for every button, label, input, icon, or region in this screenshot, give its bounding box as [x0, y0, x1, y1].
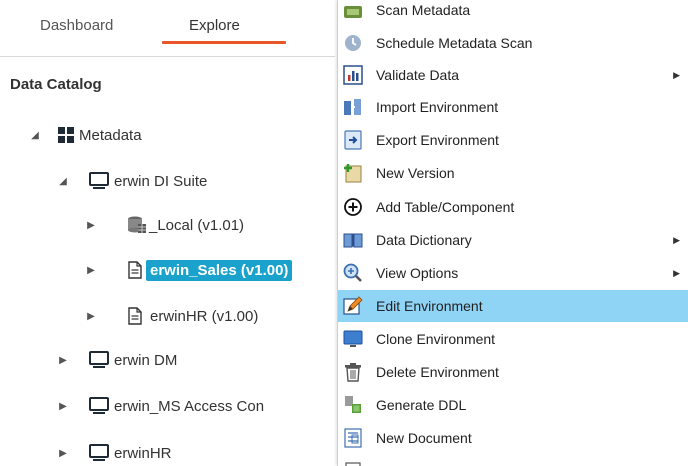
menu-item-view-options[interactable]: View Options ▶: [338, 257, 688, 289]
tree-node-label-selected[interactable]: erwin_Sales (v1.00): [146, 259, 293, 281]
clock-icon: [343, 33, 363, 53]
tree-node-label: erwin_MS Access Con: [114, 397, 265, 415]
menu-item-import-environment[interactable]: Import Environment: [338, 91, 688, 123]
document-icon: [126, 307, 144, 325]
tab-divider: [0, 56, 335, 57]
tree-node-label: _Local (v1.01): [149, 216, 245, 234]
active-tab-indicator: [162, 41, 286, 44]
menu-item-delete-environment[interactable]: Delete Environment: [338, 356, 688, 388]
menu-item-generate-ddl[interactable]: Generate DDL: [338, 389, 688, 421]
plus-circle-icon: [343, 197, 363, 217]
trash-icon: [343, 362, 363, 382]
menu-item-next-partial[interactable]: [338, 455, 688, 466]
export-icon: [343, 130, 363, 150]
magnifier-icon: [343, 263, 363, 283]
book-icon: [343, 230, 363, 250]
new-version-icon: [343, 163, 363, 183]
submenu-arrow-icon: ▶: [673, 234, 680, 245]
menu-item-validate-data[interactable]: Validate Data ▶: [338, 59, 688, 91]
context-menu: Scan Metadata Schedule Metadata Scan Val…: [337, 0, 688, 466]
tree-node-label: erwin DI Suite: [114, 172, 208, 190]
database-icon: [126, 216, 148, 234]
grid-icon: [56, 127, 76, 143]
tree-node-local[interactable]: ▶ _Local (v1.01): [84, 212, 244, 238]
monitor-icon: [88, 397, 110, 415]
ddl-icon: [343, 395, 363, 415]
explorer-panel: Dashboard Explore Data Catalog ◢ Metadat…: [0, 0, 335, 466]
panel-title: Data Catalog: [10, 76, 102, 93]
tree-node-label: erwin DM: [114, 351, 178, 369]
monitor-icon: [343, 329, 363, 349]
menu-item-edit-environment[interactable]: Edit Environment: [338, 290, 688, 322]
document-icon: [343, 428, 363, 448]
menu-item-new-document[interactable]: New Document: [338, 422, 688, 454]
menu-item-new-version[interactable]: New Version: [338, 157, 688, 189]
tree-node-di-suite[interactable]: ◢ erwin DI Suite: [56, 168, 207, 194]
caret-right-icon[interactable]: ▶: [84, 220, 98, 231]
document-icon: [126, 261, 144, 279]
chart-icon: [343, 65, 363, 85]
menu-item-add-table[interactable]: Add Table/Component: [338, 191, 688, 223]
tree-node-erwinhr[interactable]: ▶ erwinHR: [56, 440, 172, 466]
import-icon: [343, 97, 363, 117]
submenu-arrow-icon: ▶: [673, 267, 680, 278]
scan-icon: [343, 0, 363, 20]
monitor-icon: [88, 172, 110, 190]
tree-node-label: erwinHR: [114, 444, 172, 462]
menu-item-schedule-scan[interactable]: Schedule Metadata Scan: [338, 27, 688, 59]
menu-item-scan-metadata[interactable]: Scan Metadata: [338, 0, 688, 26]
monitor-icon: [88, 444, 110, 462]
menu-item-clone-environment[interactable]: Clone Environment: [338, 323, 688, 355]
menu-item-data-dictionary[interactable]: Data Dictionary ▶: [338, 224, 688, 256]
tree-node-ms-access[interactable]: ▶ erwin_MS Access Con: [56, 393, 264, 419]
menu-item-export-environment[interactable]: Export Environment: [338, 124, 688, 156]
tree-node-label: Metadata: [79, 126, 142, 144]
monitor-icon: [88, 351, 110, 369]
caret-right-icon[interactable]: ▶: [56, 448, 70, 459]
tree-node-dm[interactable]: ▶ erwin DM: [56, 347, 177, 373]
caret-down-icon[interactable]: ◢: [56, 176, 70, 187]
tree-node-label: erwinHR (v1.00): [150, 307, 259, 325]
caret-right-icon[interactable]: ▶: [84, 265, 98, 276]
caret-down-icon[interactable]: ◢: [28, 130, 42, 141]
caret-right-icon[interactable]: ▶: [56, 401, 70, 412]
tree-node-sales[interactable]: ▶ erwin_Sales (v1.00): [84, 257, 293, 283]
tab-explore[interactable]: Explore: [189, 17, 240, 34]
caret-right-icon[interactable]: ▶: [84, 311, 98, 322]
tree-node-hr-version[interactable]: ▶ erwinHR (v1.00): [84, 303, 258, 329]
tree-node-metadata[interactable]: ◢ Metadata: [28, 122, 142, 148]
caret-right-icon[interactable]: ▶: [56, 355, 70, 366]
edit-icon: [343, 296, 363, 316]
tab-dashboard[interactable]: Dashboard: [40, 17, 113, 34]
submenu-arrow-icon: ▶: [673, 69, 680, 80]
document-icon: [343, 461, 363, 466]
